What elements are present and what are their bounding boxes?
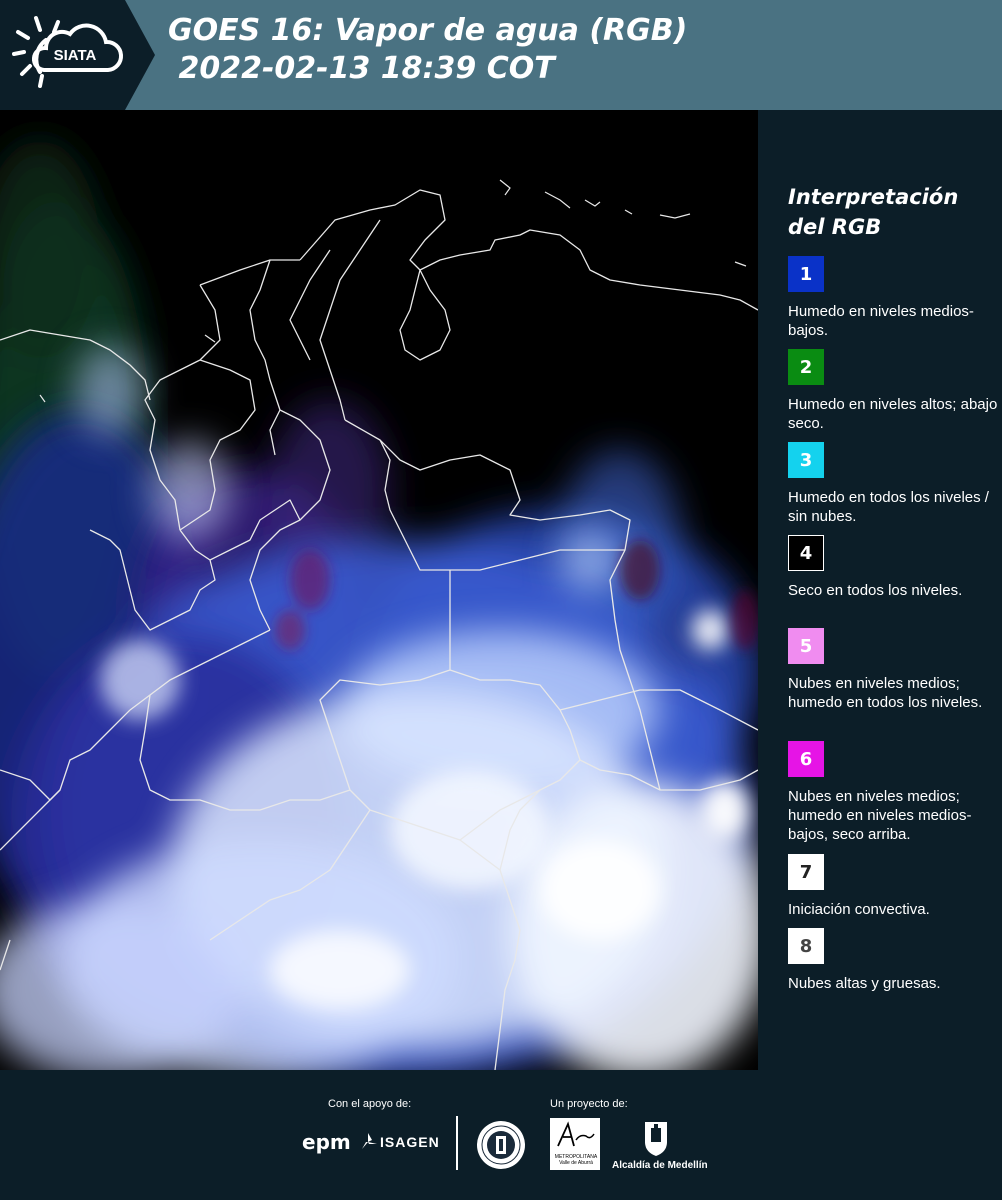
legend-label-5: Nubes en niveles medios; humedo en todos… (788, 675, 983, 711)
legend-swatch-8: 8 (788, 928, 824, 964)
title-line-1: GOES 16: Vapor de agua (RGB) (168, 13, 688, 48)
legend-title-line-2: del RGB (788, 215, 882, 239)
legend-title-line-1: Interpretación (788, 185, 959, 209)
support-label: Con el apoyo de: (328, 1098, 412, 1110)
logo-text: SIATA (54, 47, 97, 64)
siata-logo: SIATA (0, 0, 160, 110)
legend-label-4: Seco en todos los niveles. (788, 582, 963, 599)
area-metropolitana-mark-icon (557, 1121, 595, 1147)
legend-label-1: Humedo en niveles medios-bajos. (788, 303, 974, 339)
legend-label-3: Humedo en todos los niveles / sin nubes. (788, 489, 989, 525)
legend-swatch-3: 3 (788, 442, 824, 478)
page-title: GOES 16: Vapor de agua (RGB) 2022-02-13 … (168, 12, 687, 88)
satellite-map[interactable] (0, 110, 758, 1070)
legend-title: Interpretación del RGB (788, 182, 998, 242)
legend-swatch-6: 6 (788, 741, 824, 777)
legend-label-2: Humedo en niveles altos; abajo seco. (788, 396, 998, 432)
legend-label-7: Iniciación convectiva. (788, 901, 930, 918)
footer: Con el apoyo de: Un proyecto de: epm ISA… (0, 1070, 1002, 1200)
legend-swatch-4: 4 (788, 535, 824, 571)
isagen-mark-icon (362, 1133, 377, 1149)
medellin-coat-of-arms-icon (645, 1122, 667, 1156)
legend-panel: Interpretación del RGB 1 Humedo en nivel… (758, 110, 1002, 1070)
antioquia-seal-icon (477, 1121, 525, 1169)
legend-swatch-5: 5 (788, 628, 824, 664)
project-label: Un proyecto de: (550, 1098, 628, 1110)
epm-logo: epm (302, 1130, 351, 1154)
legend-swatch-1: 1 (788, 256, 824, 292)
footer-divider (456, 1116, 458, 1170)
header: SIATA GOES 16: Vapor de agua (RGB) 2022-… (0, 0, 1002, 110)
title-line-2: 2022-02-13 18:39 COT (168, 51, 555, 86)
area-metropolitana-text: METROPOLITANA Valle de Aburrá (554, 1154, 598, 1166)
legend-label-8: Nubes altas y gruesas. (788, 975, 941, 992)
isagen-logo: ISAGEN (380, 1134, 440, 1150)
legend-item-2: 2 Humedo en niveles altos; abajo seco. (788, 349, 998, 433)
legend-item-6: 6 Nubes en niveles medios; humedo en niv… (788, 741, 998, 844)
legend-item-5: 5 Nubes en niveles medios; humedo en tod… (788, 628, 998, 712)
legend-swatch-7: 7 (788, 854, 824, 890)
alcaldia-logo-text: Alcaldía de Medellín (612, 1160, 708, 1171)
legend-item-3: 3 Humedo en todos los niveles / sin nube… (788, 442, 998, 526)
legend-item-4: 4 Seco en todos los niveles. (788, 535, 998, 600)
legend-item-7: 7 Iniciación convectiva. (788, 854, 998, 919)
legend-label-6: Nubes en niveles medios; humedo en nivel… (788, 788, 972, 843)
legend-swatch-2: 2 (788, 349, 824, 385)
legend-item-8: 8 Nubes altas y gruesas. (788, 928, 998, 993)
legend-item-1: 1 Humedo en niveles medios-bajos. (788, 256, 998, 340)
